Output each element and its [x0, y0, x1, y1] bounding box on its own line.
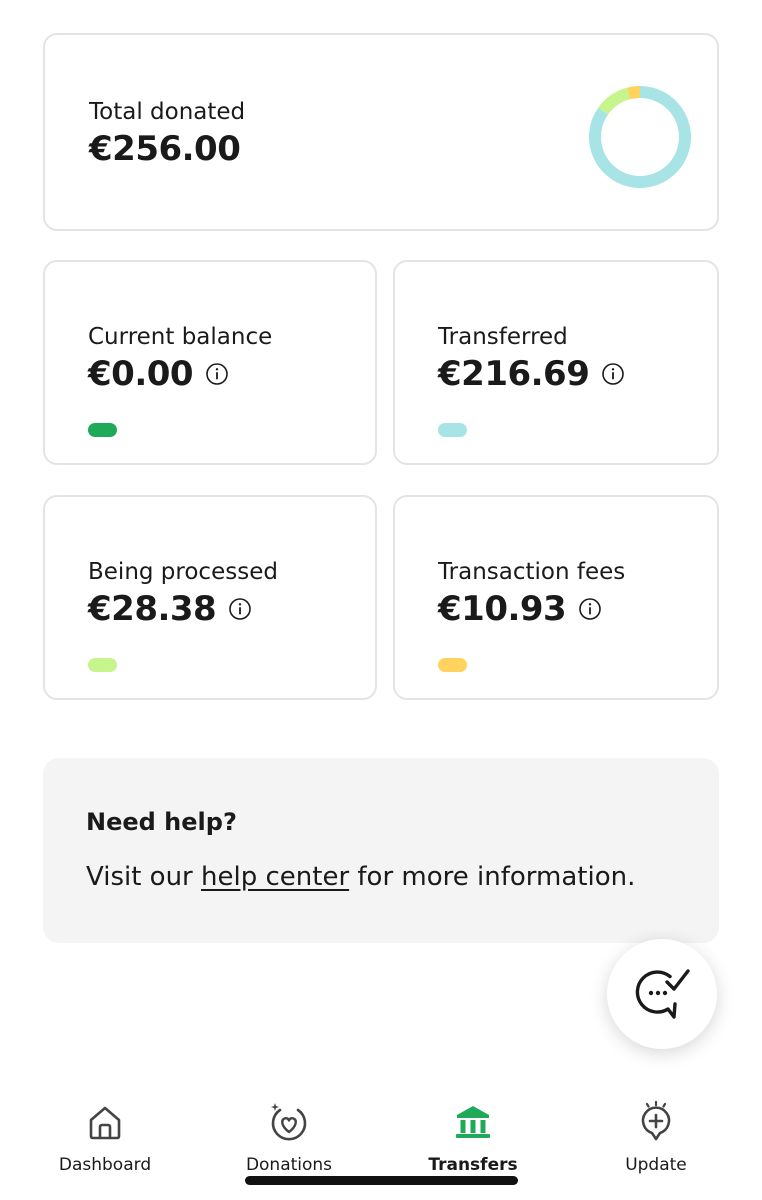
- tab-dashboard-label: Dashboard: [58, 1155, 152, 1175]
- help-box: Need help? Visit our help center for mor…: [43, 758, 719, 943]
- chat-button[interactable]: [607, 939, 717, 1049]
- help-text-before: Visit our: [86, 862, 202, 892]
- donation-donut-chart: [589, 86, 691, 188]
- being-processed-label: Being processed: [88, 559, 278, 585]
- home-indicator: [245, 1176, 518, 1185]
- tab-update-label: Update: [625, 1155, 687, 1175]
- being-processed-swatch: [88, 658, 117, 672]
- transaction-fees-card: Transaction fees €10.93: [393, 495, 719, 700]
- transferred-amount: €216.69: [438, 354, 590, 394]
- add-pin-icon: [641, 1101, 671, 1141]
- bank-icon: [456, 1106, 490, 1138]
- chat-check-icon: [635, 969, 690, 1019]
- heart-sparkle-icon: [271, 1103, 307, 1141]
- tab-update[interactable]: Update: [581, 1095, 731, 1180]
- help-center-link[interactable]: help center: [201, 862, 349, 892]
- help-title: Need help?: [86, 808, 237, 836]
- being-processed-card: Being processed €28.38: [43, 495, 377, 700]
- transferred-swatch: [438, 423, 467, 437]
- transaction-fees-label: Transaction fees: [438, 559, 626, 585]
- info-icon[interactable]: [228, 597, 252, 621]
- transferred-card: Transferred €216.69: [393, 260, 719, 465]
- total-donated-card: Total donated €256.00: [43, 33, 719, 231]
- info-icon[interactable]: [601, 362, 625, 386]
- help-text-after: for more information.: [349, 862, 636, 892]
- transaction-fees-amount: €10.93: [438, 589, 567, 629]
- current-balance-label: Current balance: [88, 324, 273, 350]
- tab-transfers-label: Transfers: [428, 1155, 518, 1175]
- tab-donations-label: Donations: [245, 1155, 333, 1175]
- tab-dashboard[interactable]: Dashboard: [30, 1095, 180, 1180]
- current-balance-card: Current balance €0.00: [43, 260, 377, 465]
- help-text: Visit our help center for more informati…: [86, 862, 635, 892]
- current-balance-swatch: [88, 423, 117, 437]
- total-donated-amount: €256.00: [89, 129, 241, 169]
- tab-donations[interactable]: Donations: [214, 1095, 364, 1180]
- current-balance-amount: €0.00: [88, 354, 194, 394]
- total-donated-label: Total donated: [89, 99, 246, 125]
- info-icon[interactable]: [205, 362, 229, 386]
- transaction-fees-swatch: [438, 658, 467, 672]
- tab-transfers[interactable]: Transfers: [398, 1095, 548, 1180]
- info-icon[interactable]: [578, 597, 602, 621]
- being-processed-amount: €28.38: [88, 589, 217, 629]
- transferred-label: Transferred: [438, 324, 568, 350]
- home-icon: [89, 1106, 121, 1140]
